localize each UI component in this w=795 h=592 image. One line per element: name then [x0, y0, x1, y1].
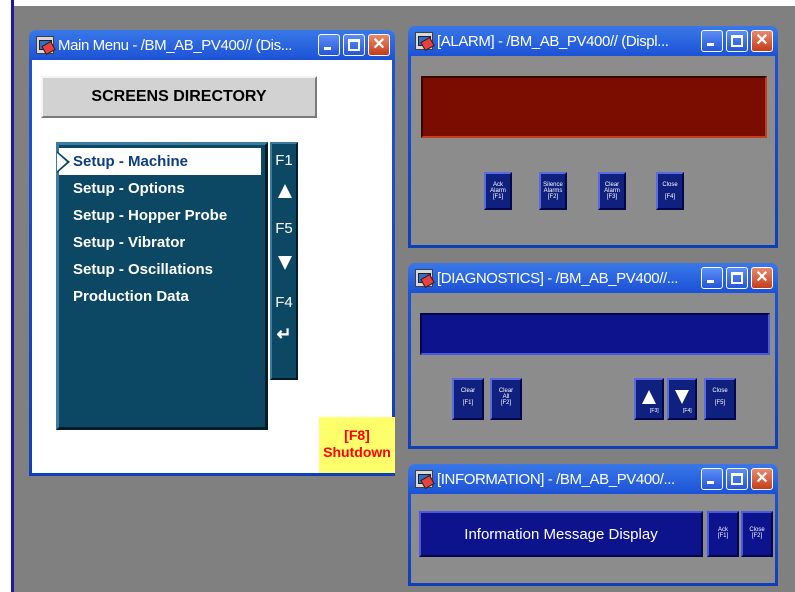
maximize-icon [731, 272, 743, 284]
close-icon: ✕ [372, 36, 386, 53]
screens-list[interactable]: Setup - Machine Setup - Options Setup - … [56, 142, 268, 430]
minimize-icon [707, 481, 714, 484]
screens-directory-button[interactable]: SCREENS DIRECTORY [41, 76, 317, 118]
f5-key[interactable]: F5 [272, 220, 296, 237]
ack-info-button[interactable]: Ack [F1] [707, 511, 739, 557]
close-button[interactable]: ✕ [751, 468, 773, 490]
close-icon: ✕ [755, 269, 769, 286]
close-info-button[interactable]: Close [F2] [741, 511, 773, 557]
minimize-icon [707, 43, 714, 46]
enter-icon[interactable]: ↵ [272, 324, 296, 345]
clear-diagnostic-button[interactable]: Clear [F1] [452, 378, 484, 420]
close-button[interactable]: ✕ [751, 30, 773, 52]
list-item-setup-vibrator[interactable]: Setup - Vibrator [59, 229, 265, 256]
close-icon: ✕ [755, 470, 769, 487]
shutdown-key: [F8] [344, 427, 370, 443]
window-title: [ALARM] - /BM_AB_PV400// (Displ... [437, 32, 669, 50]
maximize-button[interactable] [726, 267, 748, 289]
maximize-icon [731, 473, 743, 485]
close-button[interactable]: ✕ [751, 267, 773, 289]
list-item-setup-options[interactable]: Setup - Options [59, 175, 265, 202]
arrow-down-icon[interactable] [278, 256, 292, 270]
maximize-button[interactable] [726, 30, 748, 52]
information-client: Information Message Display Ack [F1] Clo… [411, 494, 775, 583]
alarm-display [421, 76, 767, 138]
desktop-left-strip [0, 0, 11, 592]
clear-all-button[interactable]: Clear All [F2] [490, 378, 522, 420]
shutdown-label: Shutdown [323, 444, 391, 460]
list-item-production-data[interactable]: Production Data [59, 283, 265, 310]
minimize-button[interactable] [701, 30, 723, 52]
list-item-setup-oscillations[interactable]: Setup - Oscillations [59, 256, 265, 283]
information-titlebar[interactable]: [INFORMATION] - /BM_AB_PV400/... ✕ [411, 464, 775, 494]
ack-alarm-button[interactable]: Ack Alarm [F1] [484, 172, 512, 210]
diagnostics-titlebar[interactable]: [DIAGNOSTICS] - /BM_AB_PV400//... ✕ [411, 263, 775, 293]
minimize-button[interactable] [318, 34, 340, 56]
desktop-top-strip [0, 0, 795, 6]
close-icon: ✕ [755, 32, 769, 49]
arrow-down-icon [675, 390, 689, 404]
close-diagnostics-button[interactable]: Close [F5] [704, 378, 736, 420]
main-menu-window: Main Menu - /BM_AB_PV400// (Dis... ✕ SCR… [29, 30, 395, 476]
close-alarm-button[interactable]: Close [F4] [656, 172, 684, 210]
minimize-button[interactable] [701, 267, 723, 289]
f4-key[interactable]: F4 [272, 294, 296, 311]
f1-key[interactable]: F1 [272, 152, 296, 169]
window-title: [DIAGNOSTICS] - /BM_AB_PV400//... [437, 269, 679, 287]
clear-alarm-button[interactable]: Clear Alarm [F3] [598, 172, 626, 210]
app-icon[interactable] [36, 36, 54, 54]
window-title: Main Menu - /BM_AB_PV400// (Dis... [58, 36, 292, 54]
information-window: [INFORMATION] - /BM_AB_PV400/... ✕ Infor… [408, 464, 778, 586]
minimize-button[interactable] [701, 468, 723, 490]
main-menu-titlebar[interactable]: Main Menu - /BM_AB_PV400// (Dis... ✕ [32, 30, 392, 60]
list-item-setup-machine[interactable]: Setup - Machine [57, 148, 261, 175]
close-button[interactable]: ✕ [368, 34, 390, 56]
alarm-titlebar[interactable]: [ALARM] - /BM_AB_PV400// (Displ... ✕ [411, 26, 775, 56]
scroll-down-button[interactable]: [F4] [667, 378, 697, 420]
function-key-strip: F1 F5 F4 ↵ [270, 142, 298, 380]
diagnostics-window: [DIAGNOSTICS] - /BM_AB_PV400//... ✕ Clea… [408, 263, 778, 449]
arrow-up-icon[interactable] [278, 184, 292, 198]
information-message-display: Information Message Display [419, 511, 703, 557]
maximize-button[interactable] [726, 468, 748, 490]
minimize-icon [707, 280, 714, 283]
alarm-window: [ALARM] - /BM_AB_PV400// (Displ... ✕ Ack… [408, 26, 778, 248]
maximize-icon [731, 35, 743, 47]
app-icon[interactable] [415, 32, 433, 50]
app-icon[interactable] [415, 470, 433, 488]
app-icon[interactable] [415, 269, 433, 287]
f3-label: [F3] [650, 408, 659, 414]
minimize-icon [324, 47, 331, 50]
scroll-up-button[interactable]: [F3] [634, 378, 664, 420]
maximize-button[interactable] [343, 34, 365, 56]
list-item-setup-hopper-probe[interactable]: Setup - Hopper Probe [59, 202, 265, 229]
diagnostics-client: Clear [F1] Clear All [F2] [F3] [F4] Clos… [411, 293, 775, 446]
window-title: [INFORMATION] - /BM_AB_PV400/... [437, 470, 675, 488]
selection-cursor-icon [57, 151, 70, 173]
silence-alarms-button[interactable]: Silence Alarms [F2] [539, 172, 567, 210]
diagnostics-display [420, 313, 770, 355]
shutdown-button[interactable]: [F8] Shutdown [319, 417, 395, 473]
main-menu-client: SCREENS DIRECTORY Setup - Machine Setup … [32, 60, 395, 473]
desktop-left-line [11, 0, 14, 592]
f4-label: [F4] [683, 408, 692, 414]
alarm-client: Ack Alarm [F1] Silence Alarms [F2] Clear… [411, 56, 775, 245]
arrow-up-icon [642, 390, 656, 404]
maximize-icon [348, 39, 360, 51]
